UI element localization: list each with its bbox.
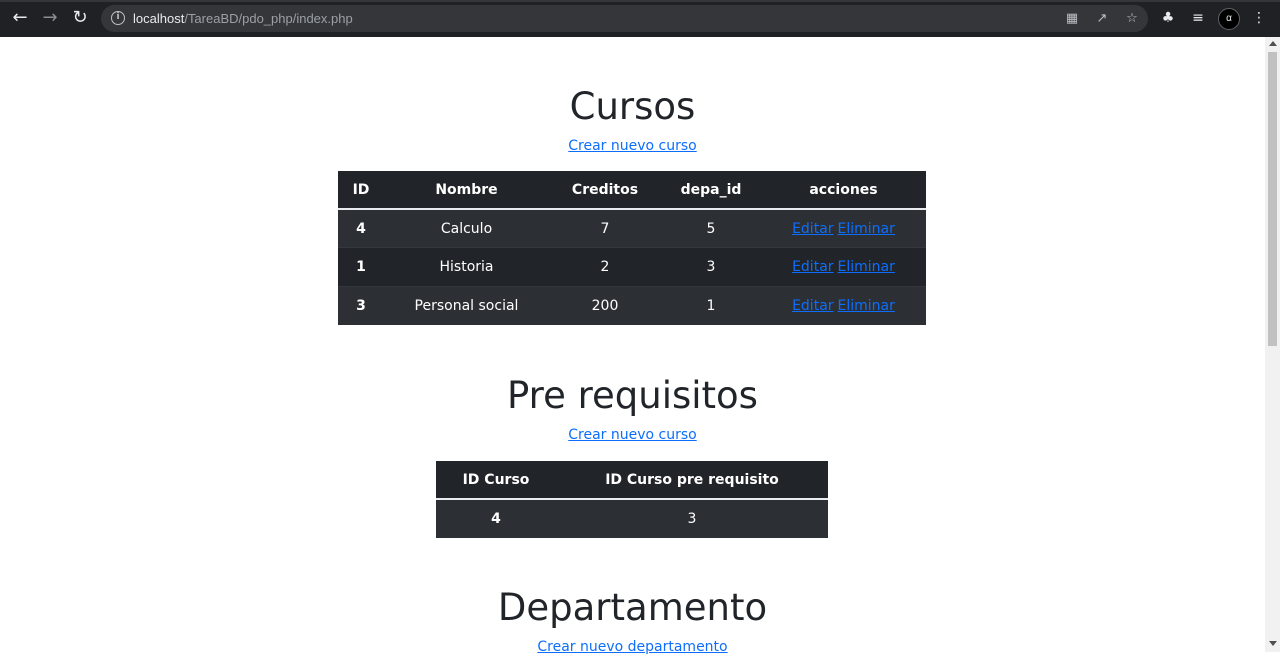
create-departamento-link[interactable]: Crear nuevo departamento: [537, 639, 727, 655]
delete-link[interactable]: Eliminar: [838, 259, 895, 275]
cell-id: 1: [338, 247, 384, 286]
edit-link[interactable]: Editar: [792, 259, 833, 275]
cursos-table: ID Nombre Creditos depa_id acciones 4 Ca…: [338, 171, 926, 325]
prerequisitos-create-link-wrap: Crear nuevo curso: [0, 426, 1265, 444]
column-header-creditos: Creditos: [549, 171, 661, 210]
column-header-id: ID: [338, 171, 384, 210]
back-arrow-icon[interactable]: ←: [10, 8, 30, 28]
cell-id: 4: [338, 208, 384, 248]
cell-id-curso: 4: [436, 498, 556, 538]
tab-strip-edge: [0, 0, 1280, 2]
site-info-icon[interactable]: i: [111, 11, 125, 25]
cell-depa-id: 5: [661, 208, 761, 248]
share-icon[interactable]: ↗: [1093, 10, 1111, 28]
prerequisitos-table: ID Curso ID Curso pre requisito 4 3: [436, 461, 828, 538]
scroll-up-arrow-icon[interactable]: [1269, 41, 1277, 46]
table-row: 4 3: [436, 498, 828, 538]
browser-toolbar: ← → ↻ i localhost/TareaBD/pdo_php/index.…: [0, 0, 1280, 37]
scrollbar-thumb[interactable]: [1268, 52, 1277, 346]
departamento-title: Departamento: [497, 586, 768, 629]
url-path: /TareaBD/pdo_php/index.php: [184, 11, 353, 26]
edit-link[interactable]: Editar: [792, 298, 833, 314]
url-host: localhost: [133, 11, 185, 26]
table-row: 3 Personal social 200 1 Editar Eliminar: [338, 285, 926, 325]
cell-nombre: Historia: [384, 247, 549, 286]
cell-creditos: 7: [549, 208, 661, 248]
reading-list-icon[interactable]: ≡: [1189, 9, 1207, 27]
cell-acciones: Editar Eliminar: [761, 285, 926, 325]
cell-nombre: Personal social: [384, 285, 549, 325]
cell-acciones: Editar Eliminar: [761, 208, 926, 248]
table-row: 1 Historia 2 3 Editar Eliminar: [338, 247, 926, 286]
cursos-create-link-wrap: Crear nuevo curso: [0, 137, 1265, 155]
extensions-puzzle-icon[interactable]: ♣: [1159, 9, 1177, 27]
column-header-id-curso: ID Curso: [436, 461, 556, 500]
kebab-menu-icon[interactable]: ⋮: [1250, 9, 1268, 27]
departamento-create-link-wrap: Crear nuevo departamento: [0, 638, 1265, 656]
column-header-depa-id: depa_id: [661, 171, 761, 210]
cell-nombre: Calculo: [384, 208, 549, 248]
reload-icon[interactable]: ↻: [70, 8, 90, 28]
cell-creditos: 200: [549, 285, 661, 325]
create-curso-link[interactable]: Crear nuevo curso: [568, 138, 696, 154]
forward-arrow-icon[interactable]: →: [40, 8, 60, 28]
cell-depa-id: 1: [661, 285, 761, 325]
address-bar[interactable]: i localhost/TareaBD/pdo_php/index.php ▦ …: [101, 5, 1148, 32]
bookmark-star-icon[interactable]: ☆: [1123, 10, 1141, 28]
column-header-nombre: Nombre: [384, 171, 549, 210]
cell-id-curso-prerequisito: 3: [556, 498, 828, 538]
table-header-row: ID Nombre Creditos depa_id acciones: [338, 171, 926, 210]
column-header-id-curso-prerequisito: ID Curso pre requisito: [556, 461, 828, 500]
translate-icon[interactable]: ▦: [1063, 10, 1081, 28]
create-prerequisito-link[interactable]: Crear nuevo curso: [568, 427, 696, 443]
scroll-down-arrow-icon[interactable]: [1269, 641, 1277, 646]
delete-link[interactable]: Eliminar: [838, 298, 895, 314]
delete-link[interactable]: Eliminar: [838, 221, 895, 237]
cell-depa-id: 3: [661, 247, 761, 286]
page-scrollbar[interactable]: [1265, 37, 1280, 652]
column-header-acciones: acciones: [761, 171, 926, 210]
profile-avatar-icon[interactable]: α: [1218, 8, 1240, 30]
table-row: 4 Calculo 7 5 Editar Eliminar: [338, 208, 926, 248]
table-header-row: ID Curso ID Curso pre requisito: [436, 461, 828, 500]
cursos-title: Cursos: [569, 85, 696, 128]
url-text[interactable]: localhost/TareaBD/pdo_php/index.php: [133, 11, 353, 26]
page-content: Cursos Crear nuevo curso ID Nombre Credi…: [0, 37, 1265, 655]
cell-acciones: Editar Eliminar: [761, 247, 926, 286]
cell-creditos: 2: [549, 247, 661, 286]
cell-id: 3: [338, 285, 384, 325]
edit-link[interactable]: Editar: [792, 221, 833, 237]
prerequisitos-title: Pre requisitos: [507, 374, 758, 417]
